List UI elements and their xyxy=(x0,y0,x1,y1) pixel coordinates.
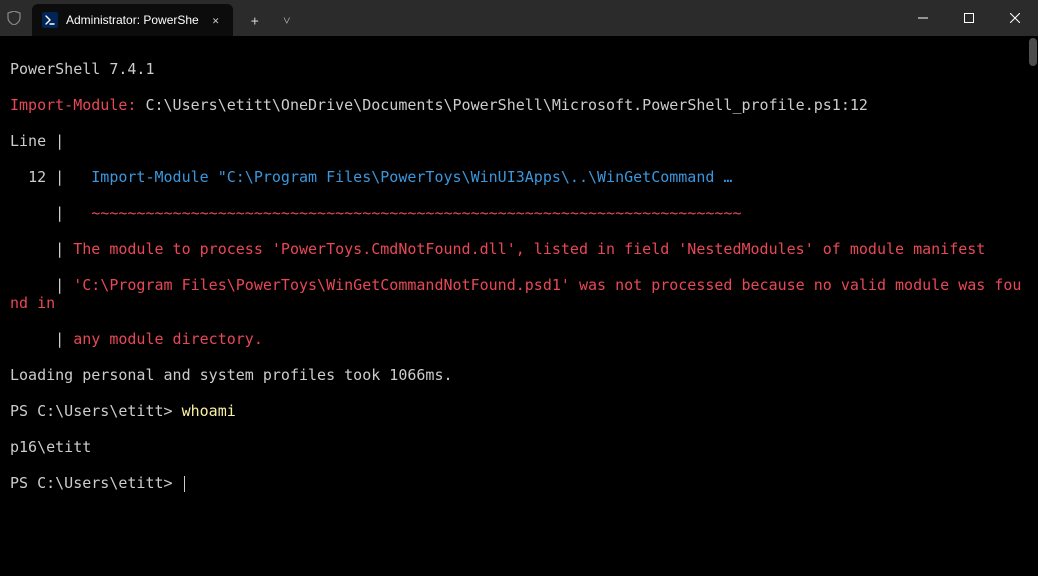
close-icon: ✕ xyxy=(212,14,219,27)
minimize-button[interactable] xyxy=(900,0,946,36)
admin-shield-icon xyxy=(4,11,24,25)
new-tab-button[interactable]: + xyxy=(239,6,271,36)
output-line: 12 | Import-Module "C:\Program Files\Pow… xyxy=(10,168,1028,186)
maximize-icon xyxy=(964,13,974,23)
close-window-button[interactable] xyxy=(992,0,1038,36)
output-line: PowerShell 7.4.1 xyxy=(10,60,1028,78)
scrollbar-thumb[interactable] xyxy=(1029,38,1037,66)
plus-icon: + xyxy=(251,14,259,29)
maximize-button[interactable] xyxy=(946,0,992,36)
output-line: | ~~~~~~~~~~~~~~~~~~~~~~~~~~~~~~~~~~~~~~… xyxy=(10,204,1028,222)
tab-dropdown-button[interactable]: ˅ xyxy=(271,6,303,36)
output-line: Import-Module: C:\Users\etitt\OneDrive\D… xyxy=(10,96,1028,114)
tab-close-button[interactable]: ✕ xyxy=(207,11,225,29)
output-line: | The module to process 'PowerToys.CmdNo… xyxy=(10,240,1028,258)
close-icon xyxy=(1010,13,1020,23)
output-line: Loading personal and system profiles too… xyxy=(10,366,1028,384)
tab-actions: + ˅ xyxy=(233,6,303,36)
output-line: p16\etitt xyxy=(10,438,1028,456)
window-controls xyxy=(900,0,1038,36)
output-line: Line | xyxy=(10,132,1028,150)
title-bar-drag-region[interactable] xyxy=(303,0,900,36)
tab-region: Administrator: PowerShe ✕ + ˅ xyxy=(26,0,303,36)
powershell-icon xyxy=(42,12,58,28)
prompt-line-active: PS C:\Users\etitt> xyxy=(10,474,1028,492)
cursor xyxy=(184,476,185,492)
output-line: | 'C:\Program Files\PowerToys\WinGetComm… xyxy=(10,276,1028,312)
terminal-output[interactable]: PowerShell 7.4.1 Import-Module: C:\Users… xyxy=(0,36,1038,576)
minimize-icon xyxy=(918,13,928,23)
tab-powershell[interactable]: Administrator: PowerShe ✕ xyxy=(32,4,233,36)
scrollbar[interactable] xyxy=(1028,36,1038,576)
tab-title: Administrator: PowerShe xyxy=(66,13,199,27)
chevron-down-icon: ˅ xyxy=(283,13,290,29)
title-bar: Administrator: PowerShe ✕ + ˅ xyxy=(0,0,1038,36)
output-line: | any module directory. xyxy=(10,330,1028,348)
prompt-line: PS C:\Users\etitt> whoami xyxy=(10,402,1028,420)
